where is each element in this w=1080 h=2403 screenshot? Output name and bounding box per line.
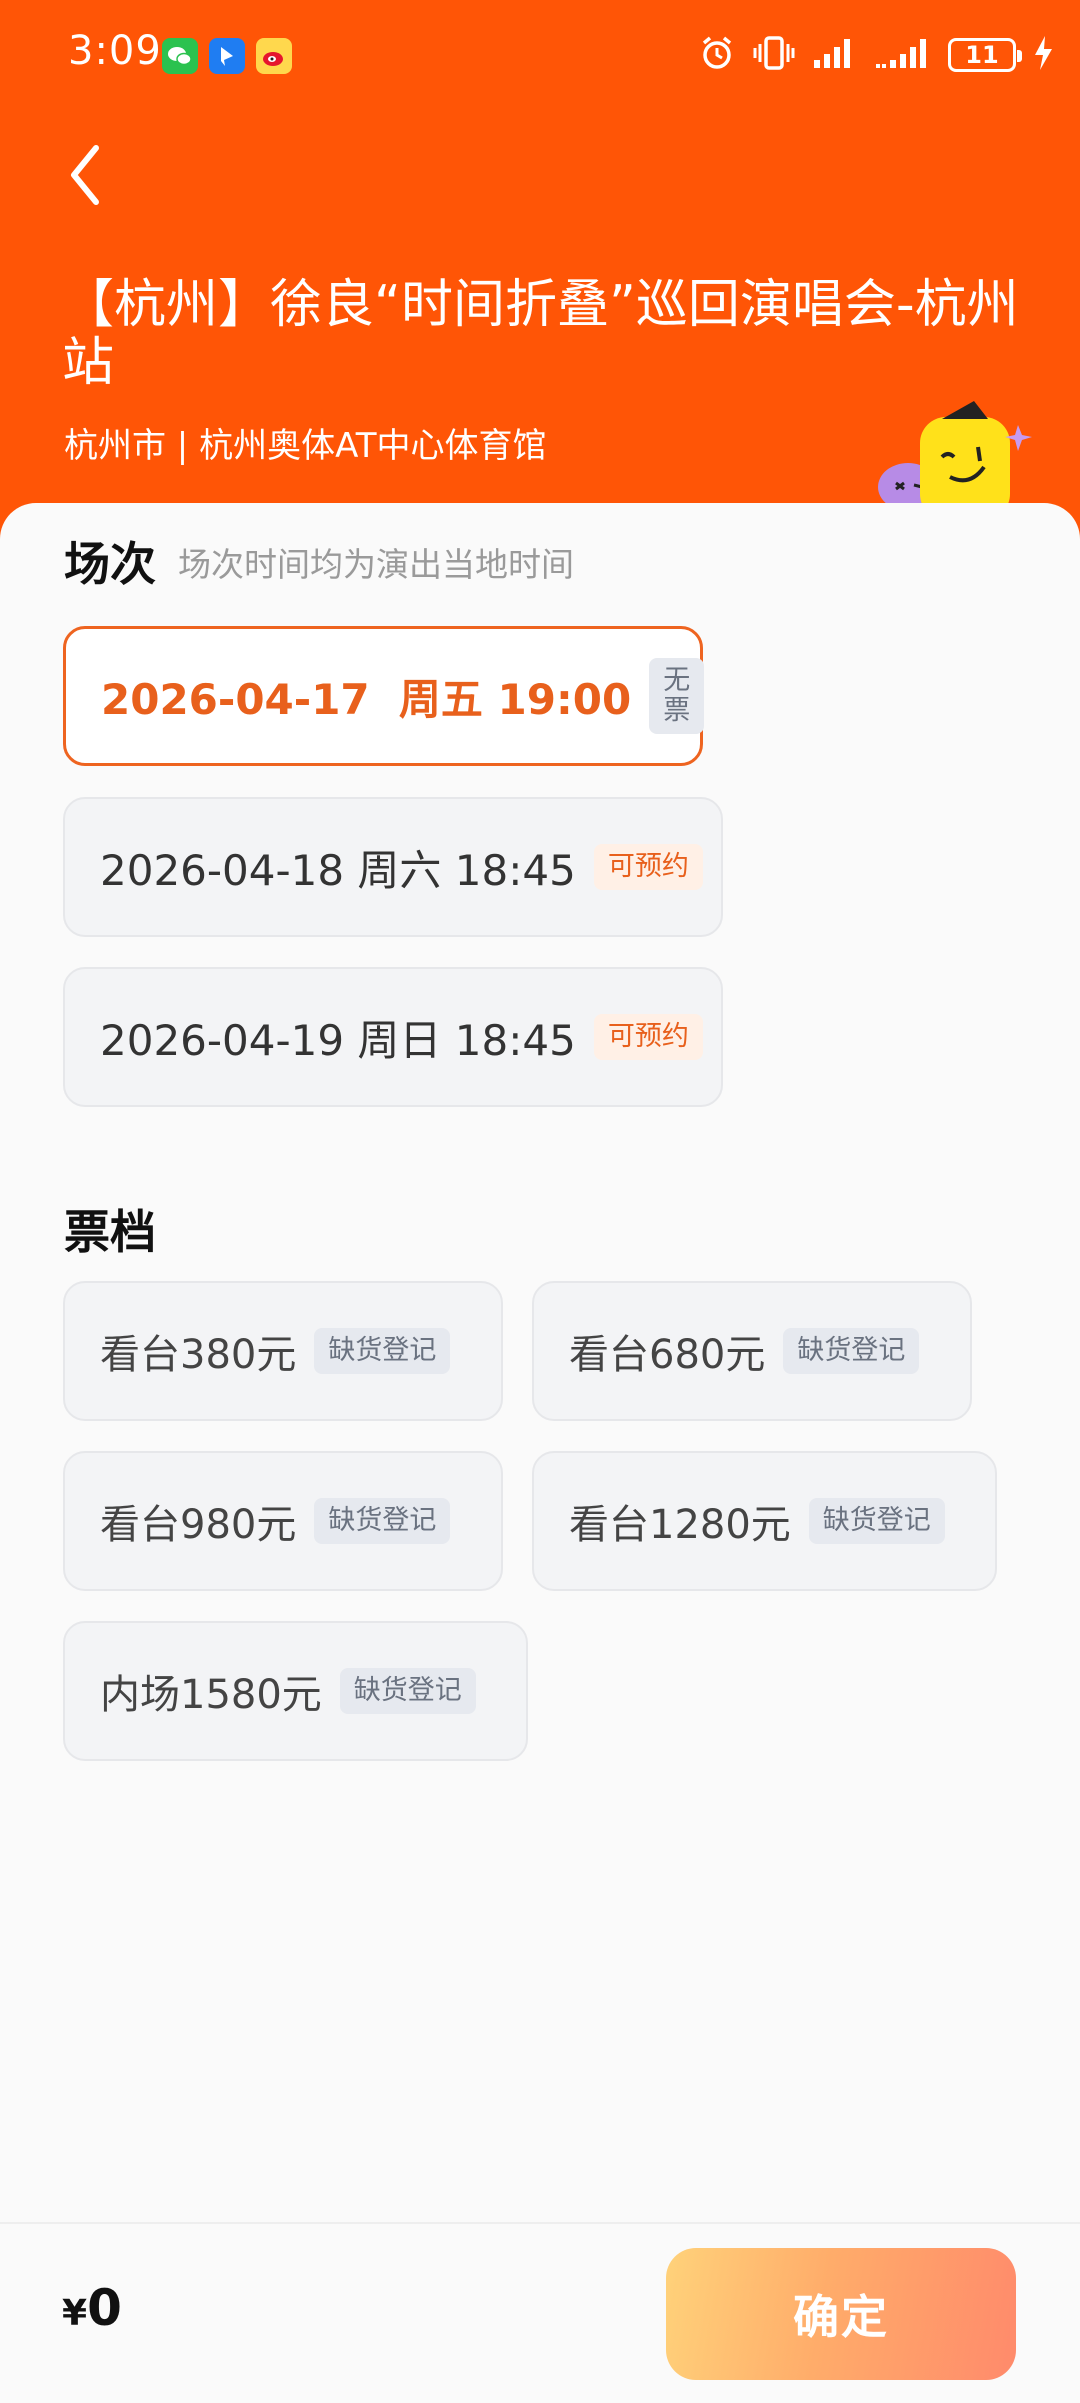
section-title-tiers: 票档 [64, 1205, 156, 1259]
tier-option[interactable]: 看台380元 缺货登记 [63, 1281, 503, 1421]
mascot-illustration [878, 401, 1032, 520]
status-badge: 缺货登记 [339, 1668, 476, 1714]
battery-indicator: 11 [948, 38, 1022, 72]
tier-label: 看台980元 [100, 1502, 297, 1548]
session-option[interactable]: 2026-04-17 周五 19:00 无票 [63, 626, 705, 766]
page-title: 【杭州】徐良“时间折叠”巡回演唱会-杭州站 [62, 275, 1019, 393]
currency-symbol: ¥ [62, 2293, 88, 2334]
section-subtitle: 场次时间均为演出当地时间 [178, 545, 574, 584]
status-badge: 缺货登记 [314, 1498, 451, 1544]
session-label: 2026-04-19 周日 18:45 [100, 1015, 576, 1065]
price-value: 0 [87, 2279, 122, 2337]
alarm-icon [698, 34, 736, 76]
session-label: 2026-04-17 周五 19:00 [101, 674, 632, 724]
tier-label: 看台380元 [100, 1332, 297, 1378]
status-time: 3:09 [68, 28, 162, 74]
tier-option[interactable]: 内场1580元 缺货登记 [63, 1621, 528, 1761]
confirm-button[interactable]: 确定 [666, 2248, 1016, 2380]
status-bar: 3:09 11 [0, 0, 1080, 110]
weibo-icon [256, 38, 292, 74]
venue-text: 杭州市 | 杭州奥体AT中心体育馆 [64, 426, 547, 466]
signal-icon [812, 36, 858, 74]
app-icon [209, 38, 245, 74]
status-badge: 可预约 [593, 844, 703, 890]
session-option[interactable]: 2026-04-19 周日 18:45 可预约 [63, 967, 723, 1107]
status-badge: 可预约 [593, 1014, 703, 1060]
tier-option[interactable]: 看台1280元 缺货登记 [532, 1451, 997, 1591]
tier-label: 内场1580元 [100, 1672, 322, 1718]
tier-label: 看台1280元 [569, 1502, 791, 1548]
tier-label: 看台680元 [569, 1332, 766, 1378]
section-title-sessions: 场次 [64, 537, 156, 591]
total-price: ¥0 [62, 2279, 122, 2337]
status-badge: 缺货登记 [783, 1328, 920, 1374]
charging-icon [1032, 34, 1054, 76]
tier-option[interactable]: 看台980元 缺货登记 [63, 1451, 503, 1591]
tier-option[interactable]: 看台680元 缺货登记 [532, 1281, 972, 1421]
wechat-icon [162, 38, 198, 74]
status-badge: 缺货登记 [808, 1498, 945, 1544]
signal-icon [874, 36, 932, 74]
back-button[interactable] [60, 140, 120, 210]
status-badge: 无票 [649, 658, 705, 734]
status-badge: 缺货登记 [314, 1328, 451, 1374]
vibrate-icon [752, 34, 796, 76]
bottom-bar: ¥0 确定 [0, 2222, 1080, 2403]
session-label: 2026-04-18 周六 18:45 [100, 845, 576, 895]
session-option[interactable]: 2026-04-18 周六 18:45 可预约 [63, 797, 723, 937]
chevron-left-icon [71, 145, 99, 205]
